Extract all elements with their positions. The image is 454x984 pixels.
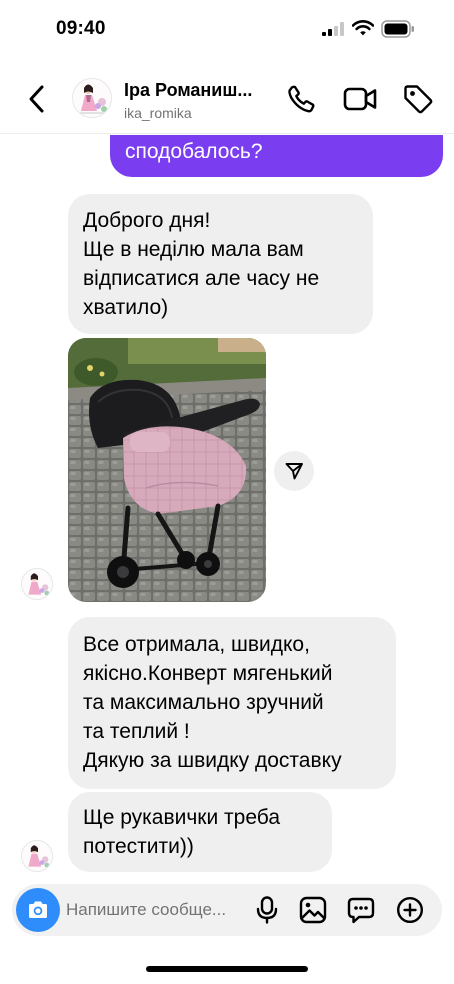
plus-icon[interactable] <box>396 896 424 924</box>
status-bar: 09:40 <box>0 0 454 62</box>
message-input[interactable] <box>66 896 240 924</box>
message-text-line: Доброго дня! <box>83 209 211 232</box>
camera-button[interactable] <box>16 888 60 932</box>
message-composer <box>12 884 442 936</box>
contact-username: ika_romika <box>124 105 192 121</box>
gallery-icon[interactable] <box>299 896 327 924</box>
signal-icon <box>322 22 344 36</box>
sender-avatar[interactable] <box>21 568 53 600</box>
message-text-line: потестити)) <box>83 835 194 858</box>
camera-icon <box>29 901 47 918</box>
chat-header: Іра Романиш... ika_romika <box>0 62 454 134</box>
back-icon[interactable] <box>26 84 48 114</box>
video-camera-icon[interactable] <box>343 86 377 112</box>
message-text-line: хватило) <box>83 296 169 319</box>
sticker-icon[interactable] <box>347 896 375 924</box>
message-text-line: Все отримала, швидко, <box>83 633 310 656</box>
share-icon <box>285 463 303 480</box>
status-time: 09:40 <box>56 18 106 39</box>
phone-icon[interactable] <box>286 84 316 114</box>
message-text-line: Ще в неділю мала вам <box>83 238 304 261</box>
share-button[interactable] <box>274 451 314 491</box>
message-thread[interactable]: сподобалось? Доброго дня! Ще в неділю ма… <box>0 135 454 880</box>
message-text: сподобалось? <box>125 140 263 163</box>
stroller-photo[interactable] <box>68 338 266 602</box>
message-text-line: якісно.Конверт мягенький <box>83 662 333 685</box>
wifi-icon <box>352 20 374 36</box>
avatar-illustration-icon <box>73 79 111 117</box>
message-text-line: відписатися але часу не <box>83 267 320 290</box>
battery-icon <box>381 20 414 38</box>
tag-icon[interactable] <box>402 83 434 115</box>
message-text-line: Ще рукавички треба <box>83 806 281 829</box>
mic-icon[interactable] <box>255 896 279 924</box>
incoming-message-bubble[interactable]: Доброго дня! Ще в неділю мала вам відпис… <box>68 194 373 334</box>
stroller-image <box>68 338 266 602</box>
incoming-message-bubble[interactable]: Ще рукавички треба потестити)) <box>68 792 332 872</box>
contact-avatar[interactable] <box>72 78 112 118</box>
incoming-message-bubble[interactable]: Все отримала, швидко, якісно.Конверт мяг… <box>68 617 396 789</box>
contact-name[interactable]: Іра Романиш... <box>124 80 276 101</box>
outgoing-message-bubble[interactable]: сподобалось? <box>110 135 443 177</box>
message-text-line: та теплий ! <box>83 720 190 743</box>
message-text-line: та максимально зручний <box>83 691 324 714</box>
sender-avatar[interactable] <box>21 840 53 872</box>
home-indicator <box>146 966 308 972</box>
avatar-illustration-icon <box>22 841 52 871</box>
message-text-line: Дякую за швидку доставку <box>83 749 342 772</box>
avatar-illustration-icon <box>22 569 52 599</box>
